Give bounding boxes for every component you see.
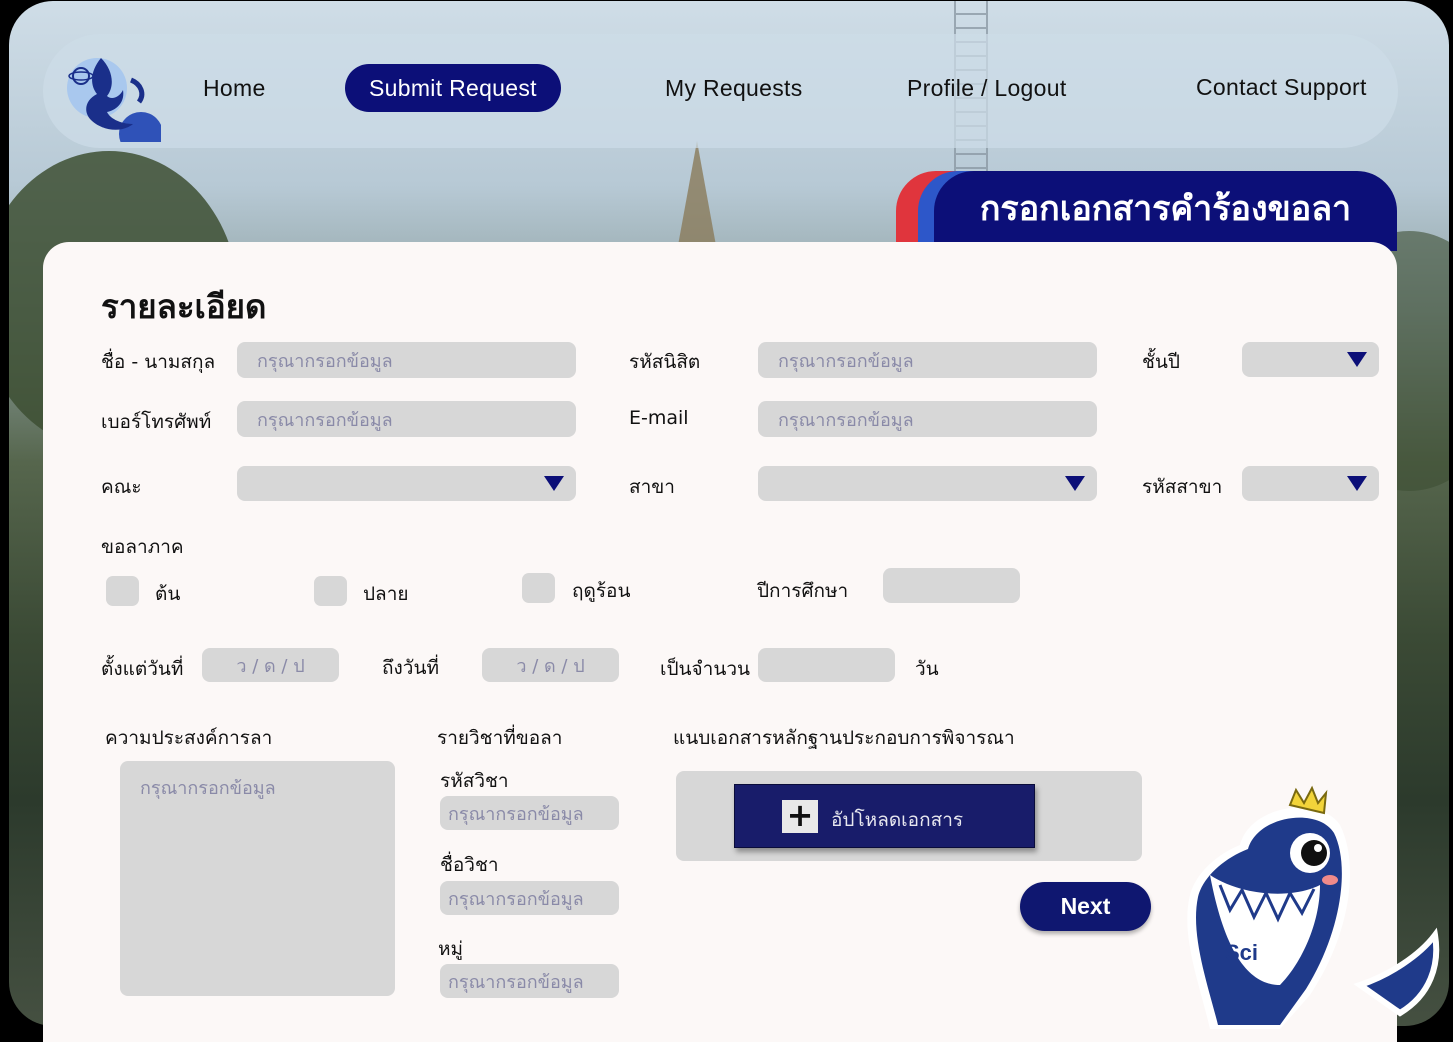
semester-label: ขอลาภาค	[101, 536, 184, 558]
whale-mascot-icon: Sci	[1187, 785, 1440, 1029]
nav-profile-logout[interactable]: Profile / Logout	[907, 64, 1067, 112]
from-date-input[interactable]: ว / ด / ป	[202, 648, 339, 682]
semester-first-checkbox[interactable]	[106, 576, 139, 606]
nav-contact-support[interactable]: Contact Support	[1196, 63, 1367, 111]
section-input[interactable]: กรุณากรอกข้อมูล	[440, 964, 619, 998]
chevron-down-icon	[1347, 352, 1367, 367]
major-select[interactable]	[758, 466, 1097, 501]
upload-area[interactable]: + อัปโหลดเอกสาร	[676, 771, 1142, 861]
major-code-select[interactable]	[1242, 466, 1379, 501]
amount-input[interactable]	[758, 648, 895, 682]
nav-my-requests[interactable]: My Requests	[665, 64, 803, 112]
faculty-label: คณะ	[101, 476, 142, 498]
purpose-label: ความประสงค์การลา	[105, 727, 273, 749]
nav-home[interactable]: Home	[203, 64, 266, 112]
name-input[interactable]: กรุณากรอกข้อมูล	[237, 342, 576, 378]
academic-year-label: ปีการศึกษา	[757, 580, 849, 602]
form-title-tab: กรอกเอกสารคำร้องขอลา	[934, 171, 1397, 251]
semester-summer-label: ฤดูร้อน	[572, 580, 631, 602]
course-name-label: ชื่อวิชา	[440, 854, 499, 876]
nav-submit-request[interactable]: Submit Request	[345, 64, 561, 112]
email-label: E-mail	[629, 407, 689, 429]
svg-text:Sci: Sci	[1225, 940, 1258, 965]
course-code-input[interactable]: กรุณากรอกข้อมูล	[440, 796, 619, 830]
year-label: ชั้นปี	[1142, 351, 1180, 373]
plus-icon: +	[782, 799, 818, 833]
major-code-label: รหัสสาขา	[1142, 476, 1223, 498]
student-id-label: รหัสนิสิต	[629, 351, 701, 373]
next-button[interactable]: Next	[1020, 882, 1151, 931]
purpose-textarea[interactable]: กรุณากรอกข้อมูล	[120, 761, 395, 996]
section-heading: รายละเอียด	[101, 287, 267, 326]
days-unit-label: วัน	[915, 658, 939, 680]
top-navbar: Home Submit Request My Requests Profile …	[43, 34, 1398, 148]
course-name-input[interactable]: กรุณากรอกข้อมูล	[440, 881, 619, 915]
semester-first-label: ต้น	[155, 583, 181, 605]
section-label: หมู่	[438, 938, 464, 960]
upload-document-button[interactable]: + อัปโหลดเอกสาร	[734, 784, 1035, 848]
semester-second-checkbox[interactable]	[314, 576, 347, 606]
to-date-label: ถึงวันที่	[382, 657, 439, 679]
chevron-down-icon	[1065, 476, 1085, 491]
phone-input[interactable]: กรุณากรอกข้อมูล	[237, 401, 576, 437]
academic-year-input[interactable]	[883, 568, 1020, 603]
background-spire	[677, 141, 717, 251]
amount-label: เป็นจำนวน	[660, 658, 750, 680]
faculty-select[interactable]	[237, 466, 576, 501]
semester-summer-checkbox[interactable]	[522, 573, 555, 603]
from-date-label: ตั้งแต่วันที่	[101, 658, 184, 680]
course-code-label: รหัสวิชา	[440, 770, 509, 792]
major-label: สาขา	[629, 476, 675, 498]
upload-button-label: อัปโหลดเอกสาร	[831, 809, 964, 831]
attachment-label: แนบเอกสารหลักฐานประกอบการพิจารณา	[673, 727, 1015, 749]
name-label: ชื่อ - นามสกุล	[101, 351, 216, 373]
year-select[interactable]	[1242, 342, 1379, 377]
semester-second-label: ปลาย	[363, 583, 409, 605]
chevron-down-icon	[1347, 476, 1367, 491]
student-id-input[interactable]: กรุณากรอกข้อมูล	[758, 342, 1097, 378]
chevron-down-icon	[544, 476, 564, 491]
course-label: รายวิชาที่ขอลา	[437, 727, 563, 749]
email-input[interactable]: กรุณากรอกข้อมูล	[758, 401, 1097, 437]
phone-label: เบอร์โทรศัพท์	[101, 411, 212, 433]
faculty-logo-icon	[67, 58, 161, 142]
to-date-input[interactable]: ว / ด / ป	[482, 648, 619, 682]
